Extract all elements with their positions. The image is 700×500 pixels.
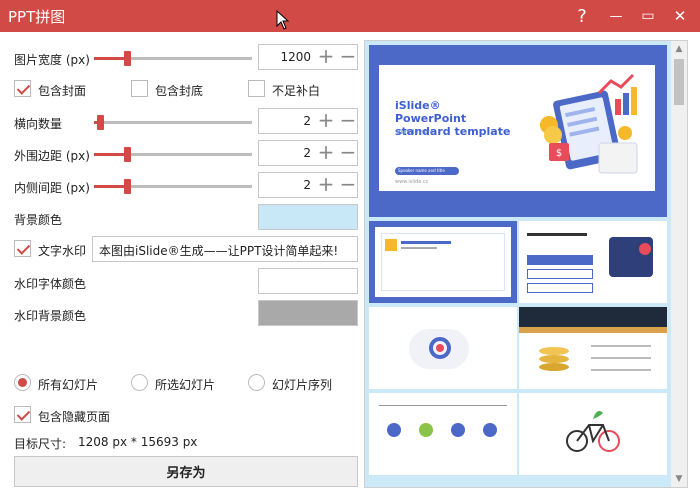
maximize-button[interactable]: ▭ — [632, 0, 664, 32]
title-bar: PPT拼图 ? — ▭ ✕ — [0, 0, 700, 32]
fill-gap-checkbox[interactable] — [248, 80, 265, 97]
cover-url: www.islide.cc — [395, 179, 429, 185]
preview-slide-thumbnail — [369, 393, 517, 475]
slider-thumb[interactable] — [124, 179, 131, 194]
minimize-button[interactable]: — — [600, 0, 632, 32]
window-title: PPT拼图 — [8, 8, 66, 26]
preview-slide-thumbnail — [519, 221, 667, 303]
target-size-value: 1208 px * 15693 px — [78, 435, 198, 449]
selected-slides-label: 所选幻灯片 — [155, 378, 216, 392]
horizontal-count-stepper[interactable]: 2 + − — [258, 108, 358, 134]
outer-margin-label: 外围边距 (px) — [14, 149, 90, 163]
target-size-label: 目标尺寸: — [14, 437, 67, 451]
slide-sequence-label: 幻灯片序列 — [272, 378, 333, 392]
watermark-checkbox[interactable] — [14, 240, 31, 257]
cover-illustration-icon: $ — [540, 73, 638, 174]
bg-color-label: 背景颜色 — [14, 213, 63, 227]
plus-icon[interactable]: + — [315, 174, 337, 196]
image-width-slider[interactable] — [94, 48, 252, 68]
preview-cover-slide: iSlide® PowerPoint standard template Sub… — [369, 45, 667, 217]
close-button[interactable]: ✕ — [664, 0, 696, 32]
scrollbar-thumb[interactable] — [674, 59, 684, 105]
horizontal-count-slider[interactable] — [94, 112, 252, 132]
horizontal-count-value[interactable]: 2 — [259, 114, 311, 128]
slide-sequence-radio[interactable] — [248, 374, 265, 391]
include-cover-label: 包含封面 — [38, 84, 87, 98]
watermark-font-color-label: 水印字体颜色 — [14, 277, 87, 291]
watermark-label: 文字水印 — [38, 244, 87, 258]
save-as-button[interactable]: 另存为 — [14, 456, 358, 487]
inner-spacing-slider[interactable] — [94, 176, 252, 196]
plus-icon[interactable]: + — [315, 46, 337, 68]
include-hidden-checkbox[interactable] — [14, 406, 31, 423]
minus-icon[interactable]: − — [337, 46, 359, 68]
inner-spacing-stepper[interactable]: 2 + − — [258, 172, 358, 198]
watermark-bg-color-swatch[interactable] — [258, 300, 358, 326]
mouse-cursor-icon — [276, 10, 290, 30]
cover-speaker: Speaker name and title — [395, 167, 459, 175]
image-width-label: 图片宽度 (px) — [14, 53, 90, 67]
bg-color-swatch[interactable] — [258, 204, 358, 230]
preview-slide-thumbnail — [369, 307, 517, 389]
outer-margin-value[interactable]: 2 — [259, 146, 311, 160]
all-slides-label: 所有幻灯片 — [38, 378, 99, 392]
help-button[interactable]: ? — [566, 0, 598, 32]
cover-slide-body: iSlide® PowerPoint standard template Sub… — [379, 65, 655, 191]
horizontal-count-label: 横向数量 — [14, 117, 63, 131]
chevron-down-icon[interactable]: ▼ — [671, 471, 687, 487]
minus-icon[interactable]: − — [337, 174, 359, 196]
bicycle-icon — [566, 411, 620, 452]
preview-scrollbar[interactable]: ▲ ▼ — [671, 41, 687, 487]
plus-icon[interactable]: + — [315, 142, 337, 164]
include-back-checkbox[interactable] — [131, 80, 148, 97]
minus-icon[interactable]: − — [337, 110, 359, 132]
watermark-font-color-swatch[interactable] — [258, 268, 358, 294]
selected-slides-radio[interactable] — [131, 374, 148, 391]
preview-slide-thumbnail — [369, 221, 517, 303]
inner-spacing-label: 内侧间距 (px) — [14, 181, 90, 195]
slider-thumb[interactable] — [124, 51, 131, 66]
cover-subtitle: Subtitle here — [395, 129, 434, 136]
svg-text:$: $ — [556, 148, 562, 159]
fill-gap-label: 不足补白 — [272, 84, 321, 98]
include-back-label: 包含封底 — [155, 84, 204, 98]
outer-margin-stepper[interactable]: 2 + − — [258, 140, 358, 166]
include-hidden-label: 包含隐藏页面 — [38, 410, 111, 424]
plus-icon[interactable]: + — [315, 110, 337, 132]
watermark-bg-color-label: 水印背景颜色 — [14, 309, 87, 323]
slider-thumb[interactable] — [97, 115, 104, 130]
all-slides-radio[interactable] — [14, 374, 31, 391]
image-width-stepper[interactable]: 1200 + − — [258, 44, 358, 70]
chevron-up-icon[interactable]: ▲ — [671, 41, 687, 57]
preview-slide-thumbnail — [519, 307, 667, 389]
image-width-value[interactable]: 1200 — [259, 50, 311, 64]
watermark-text-input[interactable]: 本图由iSlide®生成——让PPT设计简单起来! — [92, 236, 358, 262]
minus-icon[interactable]: − — [337, 142, 359, 164]
slider-thumb[interactable] — [124, 147, 131, 162]
preview-slide-thumbnail — [519, 393, 667, 475]
settings-panel: 图片宽度 (px) 1200 + − 包含封面 包含封底 不足补白 横向数量 2… — [0, 32, 362, 500]
outer-margin-slider[interactable] — [94, 144, 252, 164]
include-cover-checkbox[interactable] — [14, 80, 31, 97]
inner-spacing-value[interactable]: 2 — [259, 178, 311, 192]
preview-panel[interactable]: iSlide® PowerPoint standard template Sub… — [364, 40, 688, 488]
